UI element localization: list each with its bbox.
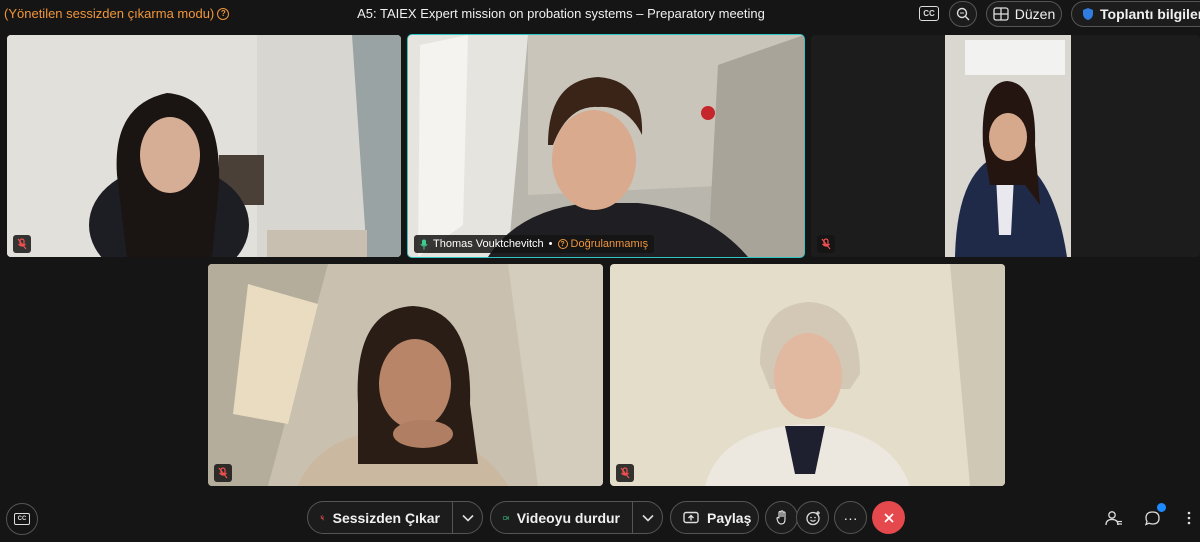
vertical-ellipsis-icon	[1187, 511, 1191, 525]
name-separator: •	[548, 238, 553, 250]
muted-mic-icon	[13, 235, 31, 253]
emoji-icon	[805, 510, 820, 525]
raise-hand-button[interactable]	[765, 501, 798, 534]
warning-icon: ?	[557, 239, 568, 249]
unmute-mode-label: (Yönetilen sessizden çıkarma modu)	[4, 6, 215, 21]
end-call-button[interactable]	[872, 501, 905, 534]
participant-video	[945, 35, 1071, 257]
share-button[interactable]: Paylaş	[670, 501, 759, 534]
participant-name-tag: Thomas Vouktchevitch • ? Doğrulanmamış	[414, 235, 655, 253]
participants-button[interactable]	[1104, 508, 1124, 528]
meeting-title: A5: TAIEX Expert mission on probation sy…	[357, 6, 765, 21]
mic-icon	[420, 239, 428, 249]
more-menu-button[interactable]	[1179, 508, 1199, 528]
help-icon[interactable]: ?	[217, 7, 230, 20]
unmute-button[interactable]: Sessizden Çıkar	[308, 502, 452, 533]
layout-button[interactable]: Düzen	[986, 1, 1062, 27]
closed-captions-icon: CC	[14, 513, 30, 525]
close-icon	[883, 512, 894, 523]
zoom-button[interactable]	[949, 1, 977, 27]
closed-captions-button[interactable]: CC	[6, 503, 38, 535]
chat-notification-badge	[1157, 503, 1166, 512]
closed-captions-icon[interactable]: CC	[919, 6, 939, 21]
top-bar: (Yönetilen sessizden çıkarma modu) ? A5:…	[0, 0, 1200, 30]
participant-tile-5[interactable]	[610, 264, 1005, 486]
participants-icon	[1105, 511, 1122, 526]
shield-icon	[1083, 8, 1093, 20]
unverified-label: Doğrulanmamış	[570, 238, 649, 250]
share-button-content: Paylaş	[671, 502, 763, 533]
meeting-info-button[interactable]: Toplantı bilgileri	[1071, 1, 1200, 27]
participant-tile-4[interactable]	[208, 264, 603, 486]
muted-mic-icon	[817, 235, 835, 253]
stop-video-button[interactable]: Videoyu durdur	[491, 502, 632, 533]
muted-mic-icon	[320, 514, 325, 520]
control-bar: CC Sessizden Çıkar Videoyu durdur Paylaş…	[0, 495, 1200, 542]
chat-icon	[1144, 510, 1160, 526]
layout-label: Düzen	[1014, 6, 1056, 22]
participant-tile-2[interactable]: Thomas Vouktchevitch • ? Doğrulanmamış	[407, 34, 805, 258]
video-camera-icon	[503, 515, 509, 520]
raise-hand-icon	[775, 510, 786, 525]
unmute-mode-indicator[interactable]: (Yönetilen sessizden çıkarma modu) ?	[4, 6, 230, 21]
video-options-dropdown[interactable]	[632, 502, 662, 533]
chevron-down-icon	[461, 514, 474, 522]
muted-mic-icon	[616, 464, 634, 482]
muted-mic-icon	[214, 464, 232, 482]
unmute-label: Sessizden Çıkar	[332, 509, 440, 526]
participant-video	[7, 35, 401, 257]
audio-options-dropdown[interactable]	[452, 502, 482, 533]
video-control: Videoyu durdur	[490, 501, 663, 534]
zoom-icon	[956, 7, 970, 21]
more-icon: ···	[843, 509, 858, 526]
unmute-control: Sessizden Çıkar	[307, 501, 483, 534]
stop-video-label: Videoyu durdur	[516, 509, 620, 526]
unverified-status: ? Doğrulanmamış	[557, 238, 649, 250]
participant-video	[408, 35, 804, 257]
participant-video	[610, 264, 1005, 486]
share-label: Paylaş	[707, 509, 752, 526]
share-screen-icon	[683, 511, 699, 523]
reactions-button[interactable]	[796, 501, 829, 534]
participant-tile-1[interactable]	[7, 35, 401, 257]
chevron-down-icon	[641, 514, 654, 522]
meeting-info-label: Toplantı bilgileri	[1100, 6, 1200, 22]
participant-video	[208, 264, 603, 486]
participant-name: Thomas Vouktchevitch	[433, 238, 544, 250]
participant-tile-3[interactable]	[811, 35, 1200, 257]
more-options-button[interactable]: ···	[834, 501, 867, 534]
grid-layout-icon	[993, 7, 1009, 21]
